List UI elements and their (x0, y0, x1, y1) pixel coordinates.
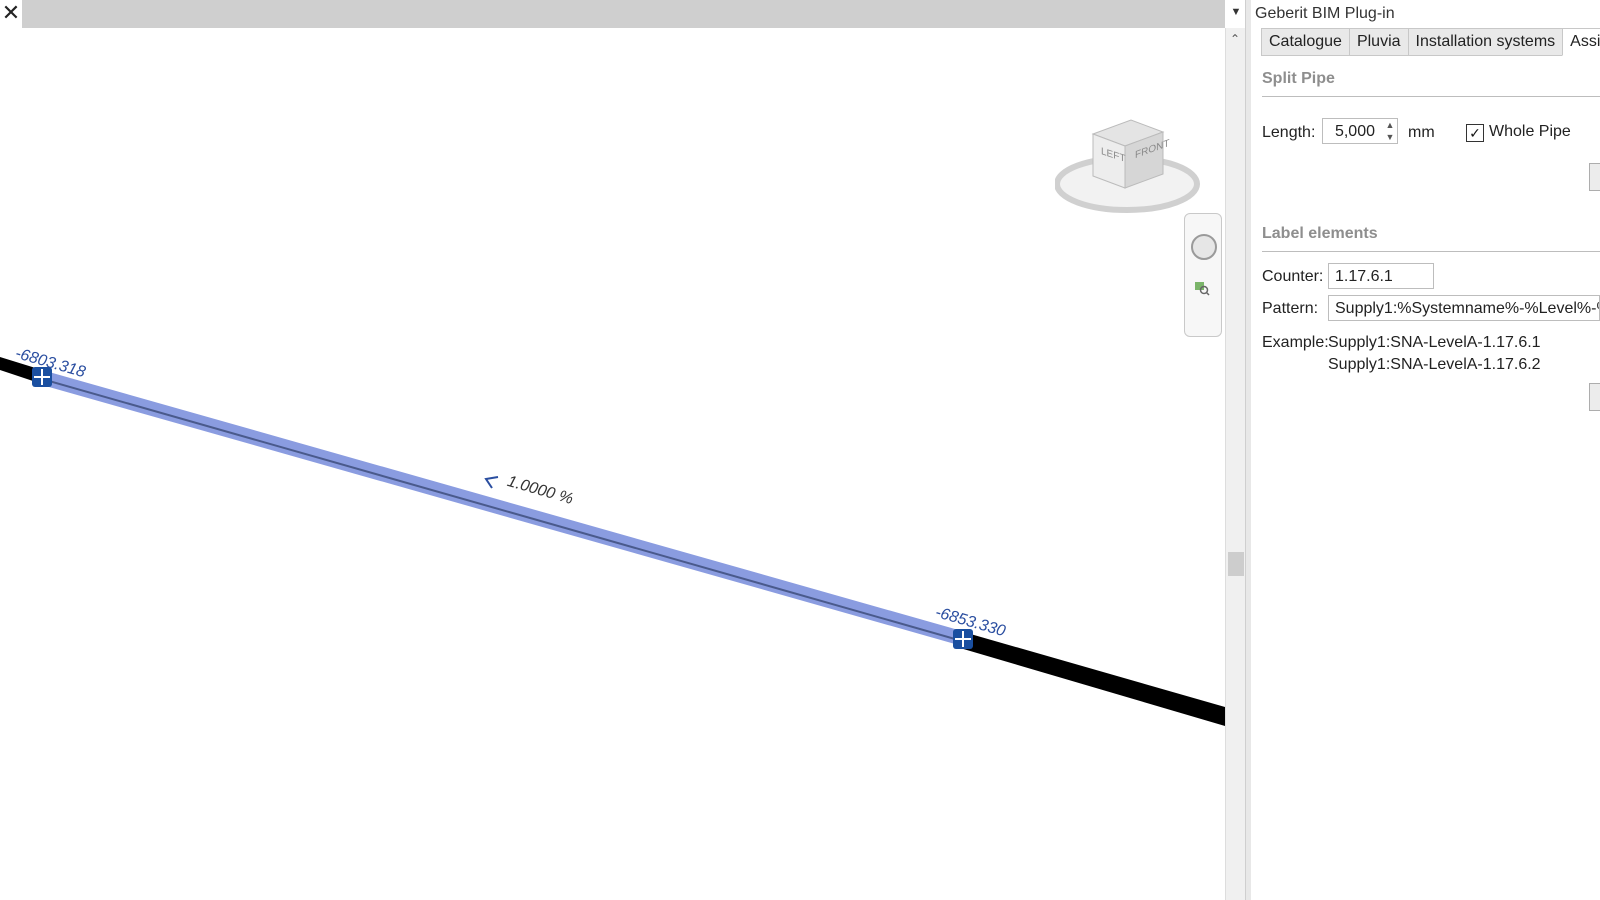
split-pipe-heading: Split Pipe (1262, 70, 1335, 87)
pipe-edge-line (41, 378, 963, 642)
view-cube[interactable]: LEFT FRONT (1054, 116, 1205, 231)
length-unit: mm (1408, 124, 1435, 141)
selected-pipe[interactable] (42, 370, 962, 646)
label-elements-heading: Label elements (1262, 225, 1378, 242)
view-title-bar (0, 0, 1225, 28)
length-label: Length: (1262, 124, 1316, 141)
split-button[interactable] (1589, 163, 1600, 191)
panel-title: Geberit BIM Plug-in (1255, 5, 1395, 22)
whole-pipe-label[interactable]: Whole Pipe (1489, 123, 1571, 141)
steering-wheel-icon[interactable] (1191, 234, 1217, 260)
divider (1262, 251, 1600, 252)
tab-assist[interactable]: Assist (1562, 28, 1600, 56)
tab-bar: Catalogue Pluvia Installation systems As… (1261, 28, 1600, 56)
pipe-segment-right[interactable] (960, 631, 1225, 726)
label-apply-button[interactable] (1589, 383, 1600, 411)
scroll-up-icon[interactable]: ⌃ (1230, 32, 1240, 46)
counter-label: Counter: (1262, 268, 1324, 285)
pipe-drawing[interactable] (0, 28, 1225, 900)
panel-menu-icon[interactable]: ▼ (1229, 6, 1243, 20)
view-canvas[interactable]: -6803.318 -6853.330 1.0000 % LEFT FRONT (0, 28, 1225, 900)
slope-arrow-icon (484, 476, 499, 489)
tab-installation-systems[interactable]: Installation systems (1407, 28, 1564, 56)
divider (1262, 96, 1600, 97)
scroll-thumb[interactable] (1228, 552, 1244, 576)
zoom-icon[interactable] (1194, 280, 1210, 296)
example-line: Supply1:SNA-LevelA-1.17.6.1 (1328, 334, 1541, 351)
example-line: Supply1:SNA-LevelA-1.17.6.2 (1328, 356, 1541, 373)
whole-pipe-checkbox[interactable]: ✓ (1466, 124, 1484, 142)
navigation-bar[interactable] (1184, 213, 1222, 337)
counter-input[interactable]: 1.17.6.1 (1328, 263, 1434, 289)
length-stepper[interactable]: ▲ ▼ (1384, 119, 1396, 145)
tab-pluvia[interactable]: Pluvia (1348, 28, 1409, 56)
close-view-button[interactable]: ✕ (0, 0, 22, 28)
pattern-input[interactable]: Supply1:%Systemname%-%Level%-%Counter% (1328, 295, 1600, 321)
tab-catalogue[interactable]: Catalogue (1261, 28, 1350, 56)
pattern-label: Pattern: (1262, 300, 1319, 317)
example-label: Example: (1262, 334, 1329, 351)
viewport-scrollbar[interactable]: ⌃ (1225, 28, 1246, 900)
